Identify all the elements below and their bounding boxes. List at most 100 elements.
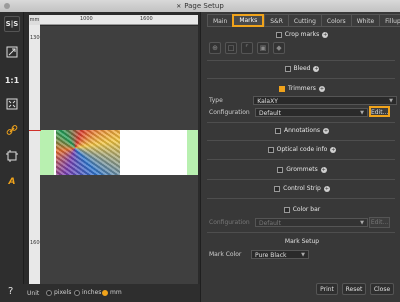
section-title: Bleed (293, 65, 311, 72)
fit-icon[interactable] (4, 96, 20, 112)
horizontal-ruler: 1000 1600 (40, 15, 198, 25)
crop-style-corners-icon[interactable]: ⌜ (241, 42, 253, 54)
section-title: Crop marks (284, 31, 320, 38)
trimmers-section: Trimmers + (207, 84, 397, 93)
tab-colors[interactable]: Colors (320, 14, 351, 27)
colorbar-config-select: Default ▼ (255, 218, 368, 227)
expand-icon[interactable]: + (318, 85, 325, 92)
preview-canvas[interactable]: mm 1000 1600 1300 1600 (24, 12, 200, 302)
tab-white[interactable]: White (350, 14, 380, 27)
tab-cutting[interactable]: Cutting (287, 14, 321, 27)
unit-option-label: pixels (54, 289, 72, 296)
artwork-image[interactable] (56, 130, 120, 175)
bleed-section: Bleed + (207, 64, 397, 73)
trimmer-type-select[interactable]: KalaXY ▼ (253, 96, 397, 105)
color-bar-checkbox[interactable] (283, 206, 290, 213)
trimmer-config-select[interactable]: Default ▼ (255, 108, 368, 117)
colorbar-edit-button: Edit... (369, 217, 390, 228)
field-label: Configuration (209, 219, 250, 226)
chevron-down-icon: ▼ (301, 252, 305, 258)
trimmer-type-row: Type KalaXY ▼ (209, 96, 397, 105)
crop-marks-checkbox[interactable] (275, 31, 282, 38)
close-window-button[interactable] (4, 3, 10, 9)
ruler-tick-label: 1000 (80, 16, 93, 22)
control-strip-section: Control Strip + (207, 184, 397, 193)
title-bar: ✕ Page Setup (0, 0, 400, 12)
expand-icon[interactable]: + (322, 31, 329, 38)
mark-setup-section: Mark Setup (207, 237, 397, 246)
optical-code-checkbox[interactable] (267, 146, 274, 153)
select-value: KalaXY (257, 98, 278, 105)
crop-style-frame-icon[interactable]: ▣ (257, 42, 269, 54)
field-label: Mark Color (209, 251, 242, 258)
expand-icon[interactable]: + (320, 166, 327, 173)
tab-main[interactable]: Main (207, 14, 233, 27)
expand-icon[interactable]: + (313, 65, 320, 72)
mark-color-select[interactable]: Pure Black ▼ (251, 250, 309, 259)
expand-icon[interactable]: + (323, 127, 330, 134)
marks-icon[interactable] (4, 148, 20, 164)
ruler-tick-label: 1600 (140, 16, 153, 22)
annotations-checkbox[interactable] (274, 127, 281, 134)
section-title: Annotations (283, 127, 321, 134)
expand-icon[interactable]: + (330, 146, 337, 153)
mark-color-row: Mark Color Pure Black ▼ (209, 250, 397, 259)
left-margin (40, 130, 54, 175)
radio-dot (46, 289, 52, 296)
section-title: Color bar (292, 206, 321, 213)
expand-icon[interactable]: + (323, 185, 330, 192)
trimmers-checkbox[interactable] (279, 85, 286, 92)
help-icon[interactable]: ? (8, 286, 13, 297)
crop-style-square-icon[interactable]: □ (225, 42, 237, 54)
divider (207, 78, 395, 79)
chevron-down-icon: ▼ (360, 220, 364, 226)
unit-radio-inches[interactable]: inches (74, 289, 101, 296)
section-title: Trimmers (288, 85, 316, 92)
link-icon[interactable] (4, 122, 20, 138)
section-title: Optical code info (276, 146, 328, 153)
close-button[interactable]: Close (370, 283, 394, 295)
one-to-one-icon[interactable]: 1:1 (4, 72, 20, 88)
right-margin (187, 130, 198, 175)
crop-style-diamond-icon[interactable]: ◆ (273, 42, 285, 54)
crop-style-cross-icon[interactable]: ⊕ (209, 42, 221, 54)
unit-radio-pixels[interactable]: pixels (46, 289, 71, 296)
unit-radio-mm[interactable]: mm (102, 289, 122, 296)
tab-fillup[interactable]: Fillup (379, 14, 400, 27)
tab-marks[interactable]: Marks (232, 14, 265, 27)
ruler-position-marker (29, 130, 41, 131)
sis-icon[interactable]: S|S (4, 16, 20, 32)
vertical-ruler: 1300 1600 (29, 25, 43, 302)
divider (207, 159, 395, 160)
crop-mark-styles: ⊕ □ ⌜ ▣ ◆ (209, 42, 285, 54)
bleed-checkbox[interactable] (284, 65, 291, 72)
reset-button[interactable]: Reset (342, 283, 366, 295)
ruler-unit-label: mm (29, 15, 40, 25)
unit-label: Unit (27, 290, 40, 297)
divider (207, 232, 395, 233)
print-button[interactable]: Print (316, 283, 338, 295)
unit-option-label: inches (82, 289, 102, 296)
select-value: Default (259, 220, 281, 227)
annotations-section: Annotations + (207, 126, 397, 135)
grommets-checkbox[interactable] (277, 166, 284, 173)
section-title: Control Strip (283, 185, 321, 192)
text-icon[interactable]: A (4, 174, 20, 190)
window-title: Page Setup (184, 2, 224, 10)
control-strip-checkbox[interactable] (274, 185, 281, 192)
divider (207, 60, 395, 61)
radio-dot (74, 289, 80, 296)
divider (207, 198, 395, 199)
chevron-down-icon: ▼ (389, 98, 393, 104)
settings-panel: Main Marks S&R Cutting Colors White Fill… (200, 12, 400, 302)
app-icon: ✕ (176, 3, 182, 10)
grommets-section: Grommets + (207, 165, 397, 174)
select-value: Pure Black (255, 252, 287, 259)
tab-bar: Main Marks S&R Cutting Colors White Fill… (207, 14, 400, 27)
chevron-down-icon: ▼ (360, 110, 364, 116)
pages-icon[interactable] (4, 44, 20, 60)
tab-s-and-r[interactable]: S&R (264, 14, 288, 27)
unit-bar: ? Unit pixels inches mm (0, 284, 200, 302)
trimmer-edit-button[interactable]: Edit... (369, 106, 390, 117)
section-title: Grommets (286, 166, 318, 173)
